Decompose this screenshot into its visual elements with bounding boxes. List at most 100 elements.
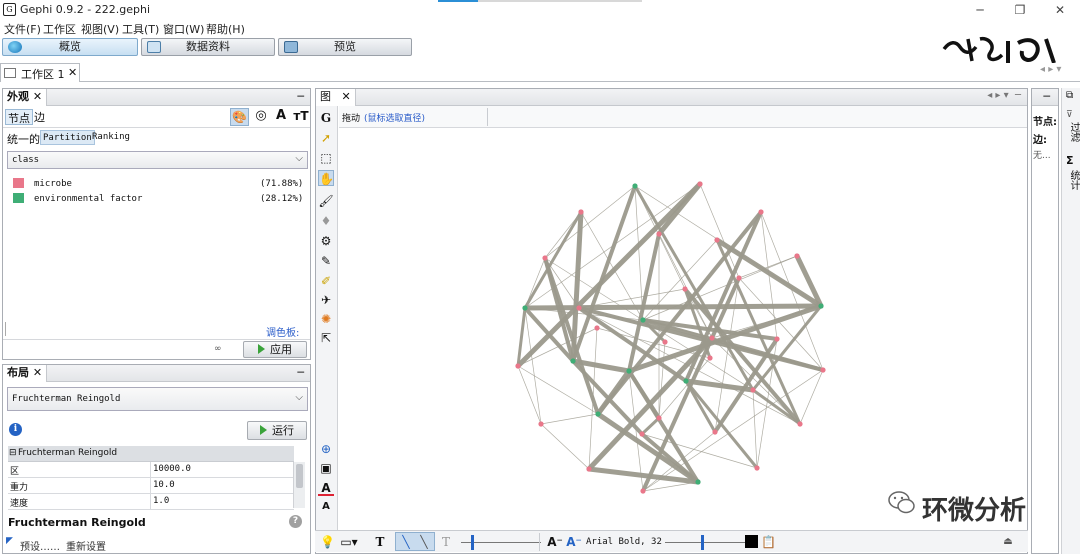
info-icon[interactable]: i	[9, 423, 22, 436]
graph-node[interactable]	[662, 339, 668, 345]
property-value[interactable]: 1.0	[150, 494, 294, 509]
edge-color-icon[interactable]: ╲	[417, 534, 431, 550]
menu-window[interactable]: 窗口(W)	[163, 21, 204, 37]
graph-node[interactable]	[709, 335, 715, 341]
graph-node[interactable]	[656, 415, 662, 421]
font-color-icon[interactable]: A	[318, 480, 334, 496]
menu-view[interactable]: 视图(V)	[81, 21, 119, 37]
graph-node[interactable]	[695, 479, 701, 485]
graph-node[interactable]	[736, 275, 742, 281]
show-labels-icon[interactable]: T	[373, 534, 387, 550]
edge-label-icon[interactable]: T	[439, 534, 453, 550]
slider-thumb[interactable]	[471, 535, 474, 550]
graph-node[interactable]	[682, 286, 688, 292]
apply-button[interactable]: 应用	[243, 341, 307, 358]
graph-node[interactable]	[586, 466, 592, 472]
property-row[interactable]: 区 10000.0	[8, 462, 294, 478]
size-icon[interactable]: ◎	[252, 108, 270, 126]
palette-link[interactable]: 调色板:	[266, 324, 299, 339]
screenshot-icon[interactable]: ▭▾	[339, 534, 359, 550]
sigma-icon[interactable]: Σ	[1066, 154, 1074, 167]
graph-node[interactable]	[639, 431, 645, 437]
graph-node[interactable]	[515, 363, 521, 369]
restore-icon[interactable]: ⧉	[1066, 90, 1073, 101]
pencil-icon[interactable]: ✎	[318, 253, 334, 269]
font-size-icon[interactable]: A	[318, 499, 334, 515]
menu-tools[interactable]: 工具(T)	[122, 21, 159, 37]
rectangle-select-icon[interactable]: ⬚	[318, 150, 334, 166]
graph-node[interactable]	[794, 253, 800, 259]
background-color-icon[interactable]: ▣	[318, 460, 334, 476]
graph-node[interactable]	[626, 368, 632, 374]
close-button[interactable]: ✕	[1045, 1, 1075, 19]
graph-node[interactable]	[576, 305, 582, 311]
lightbulb-icon[interactable]: 💡	[320, 534, 335, 550]
label-size-slider[interactable]	[665, 542, 745, 543]
minimize-button[interactable]: ─	[965, 1, 995, 19]
font-name-label[interactable]: Arial Bold, 32	[586, 537, 662, 547]
label-size-icon[interactable]: тT	[292, 108, 310, 126]
graph-node[interactable]	[570, 358, 576, 364]
filter-icon[interactable]: ⊽	[1066, 110, 1073, 120]
layout-tab[interactable]: 布局 ✕	[3, 365, 48, 382]
graph-tab[interactable]: 图 ✕	[316, 89, 356, 106]
statistics-tab[interactable]: 统计	[1066, 170, 1080, 190]
graph-node[interactable]	[820, 367, 826, 373]
partition-swatch-microbe[interactable]	[13, 178, 24, 188]
collapse-icon[interactable]: ⊟	[9, 448, 17, 458]
font-color-icon[interactable]: A⁻	[566, 534, 582, 550]
mode-partition[interactable]: Partition	[40, 130, 95, 145]
zoom-icon[interactable]: ⊕	[318, 441, 334, 457]
label-color-icon[interactable]: A	[272, 108, 290, 126]
help-pointer-icon[interactable]: ⇱	[318, 330, 334, 346]
property-row[interactable]: 速度 1.0	[8, 494, 294, 510]
expand-icon[interactable]: ⏏	[1001, 534, 1015, 550]
preview-button[interactable]: 预览	[278, 38, 412, 56]
graph-node[interactable]	[542, 255, 548, 261]
minimize-icon[interactable]: ─	[297, 89, 304, 104]
attributes-icon[interactable]: 📋	[761, 534, 776, 550]
color-palette-icon[interactable]: 🎨	[230, 108, 249, 126]
paint-brush-icon[interactable]: 🖌	[318, 193, 334, 209]
label-color-swatch[interactable]	[745, 535, 758, 548]
tab-scroll-arrows[interactable]: ◂ ▸ ▾	[1040, 64, 1061, 75]
graph-node[interactable]	[758, 209, 764, 215]
filter-tab[interactable]: 过滤	[1066, 122, 1080, 142]
graph-node[interactable]	[797, 421, 803, 427]
slider-thumb[interactable]	[701, 535, 704, 550]
menu-file[interactable]: 文件(F)	[4, 21, 41, 37]
mode-ranking[interactable]: Ranking	[92, 132, 130, 142]
close-icon[interactable]: ✕	[33, 90, 42, 103]
close-icon[interactable]: ✕	[342, 90, 351, 103]
data-laboratory-button[interactable]: 数据资料	[141, 38, 275, 56]
graph-node[interactable]	[712, 429, 718, 435]
graph-node[interactable]	[522, 305, 528, 311]
scrollbar-thumb[interactable]	[296, 464, 303, 488]
graph-canvas[interactable]	[339, 128, 1027, 530]
layout-algorithm-select[interactable]: Fruchterman Reingold ⌵	[7, 387, 308, 411]
graph-node[interactable]	[818, 303, 824, 309]
graph-node[interactable]	[750, 387, 756, 393]
close-tab-icon[interactable]: ✕	[68, 66, 77, 79]
run-button[interactable]: 运行	[247, 421, 307, 440]
subtab-edges[interactable]: 边	[33, 109, 47, 125]
property-section[interactable]: ⊟ Fruchterman Reingold	[8, 446, 294, 462]
chain-icon[interactable]: ∞	[214, 344, 222, 354]
property-scrollbar[interactable]	[293, 462, 305, 508]
appearance-tab[interactable]: 外观 ✕	[3, 89, 48, 106]
reset-link[interactable]: 重新设置	[66, 538, 106, 553]
graph-node[interactable]	[714, 237, 720, 243]
close-icon[interactable]: ✕	[33, 366, 42, 379]
show-edges-icon[interactable]: ╲	[399, 534, 413, 550]
attribute-select[interactable]: class ⌵	[7, 151, 308, 169]
graph-node[interactable]	[538, 421, 544, 427]
heat-map-icon[interactable]: ✺	[318, 311, 334, 327]
graph-node[interactable]	[594, 325, 600, 331]
help-icon[interactable]: ?	[289, 515, 302, 528]
minimize-icon[interactable]: ─	[297, 365, 304, 380]
edge-pencil-icon[interactable]: ✐	[318, 273, 334, 289]
menu-workspace[interactable]: 工作区	[43, 21, 76, 37]
panel-nav-arrows[interactable]: ◂ ▸ ▾ ─	[987, 90, 1021, 101]
graph-node[interactable]	[754, 465, 760, 471]
overview-button[interactable]: 概览	[2, 38, 138, 56]
